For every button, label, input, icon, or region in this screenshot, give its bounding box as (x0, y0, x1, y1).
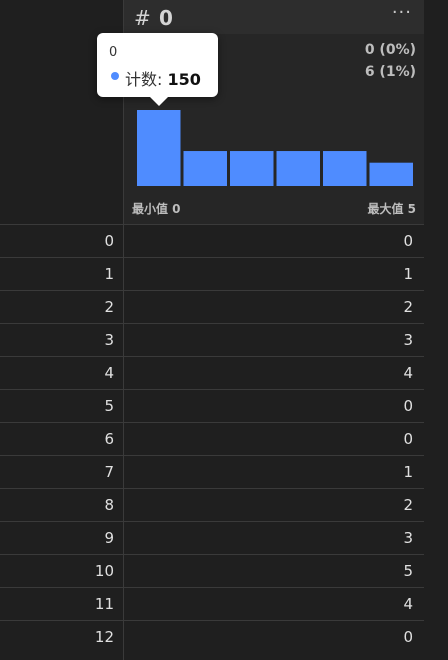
row-index: 6 (104, 430, 114, 448)
row-index: 9 (104, 529, 114, 547)
histogram-min-label: 最小值 0 (132, 202, 181, 216)
row-value[interactable]: 0 (124, 621, 413, 653)
histogram-bar-2[interactable] (230, 151, 274, 186)
row-value[interactable]: 1 (124, 456, 413, 488)
row-value[interactable]: 0 (124, 423, 413, 455)
row-index: 10 (94, 562, 114, 580)
row-value[interactable]: 0 (124, 390, 413, 422)
row-value[interactable]: 4 (124, 588, 413, 620)
table-row[interactable]: 10 5 (0, 554, 424, 587)
row-value[interactable]: 2 (124, 489, 413, 521)
histogram-bar-4[interactable] (323, 151, 367, 186)
table-row[interactable]: 11 4 (0, 587, 424, 620)
table-row[interactable]: 93 (0, 521, 424, 554)
table-row[interactable]: 11 (0, 257, 424, 290)
tooltip-series: 计数: 150 (125, 70, 201, 89)
row-index: 3 (104, 331, 114, 349)
table-row[interactable]: 71 (0, 455, 424, 488)
histogram-max-label: 最大值 5 (367, 202, 416, 216)
row-index: 8 (104, 496, 114, 514)
row-index: 1 (104, 265, 114, 283)
row-index: 12 (94, 628, 114, 646)
right-gutter (424, 0, 448, 660)
histogram-bar-1[interactable] (183, 151, 228, 186)
row-index: 11 (94, 595, 114, 613)
histogram-bar-0[interactable] (137, 110, 181, 186)
row-value[interactable]: 3 (124, 522, 413, 554)
table-row[interactable]: 44 (0, 356, 424, 389)
row-index: 2 (104, 298, 114, 316)
row-index: 5 (104, 397, 114, 415)
row-value[interactable]: 3 (124, 324, 413, 356)
row-value[interactable]: 5 (124, 555, 413, 587)
table-row[interactable]: 50 (0, 389, 424, 422)
series-dot-icon (111, 72, 119, 80)
row-index: 7 (104, 463, 114, 481)
table-row[interactable]: 82 (0, 488, 424, 521)
row-value[interactable]: 1 (124, 258, 413, 290)
table-row[interactable]: 12 0 (0, 620, 424, 653)
table-row[interactable]: 33 (0, 323, 424, 356)
table-row[interactable]: 22 (0, 290, 424, 323)
row-value[interactable]: 4 (124, 357, 413, 389)
row-index: 4 (104, 364, 114, 382)
table-row[interactable]: 00 (0, 224, 424, 257)
histogram-bar-5[interactable] (369, 162, 414, 186)
table-row[interactable]: 60 (0, 422, 424, 455)
tooltip-value: 150 (167, 70, 201, 89)
tooltip-series-label: 计数 (125, 70, 158, 89)
tooltip-pointer (150, 97, 168, 106)
histogram-tooltip: 0 计数: 150 (97, 33, 218, 106)
tooltip-title: 0 (109, 45, 118, 60)
histogram-bar-3[interactable] (276, 151, 321, 186)
row-value[interactable]: 2 (124, 291, 413, 323)
row-index: 0 (104, 232, 114, 250)
row-value[interactable]: 0 (124, 225, 413, 257)
